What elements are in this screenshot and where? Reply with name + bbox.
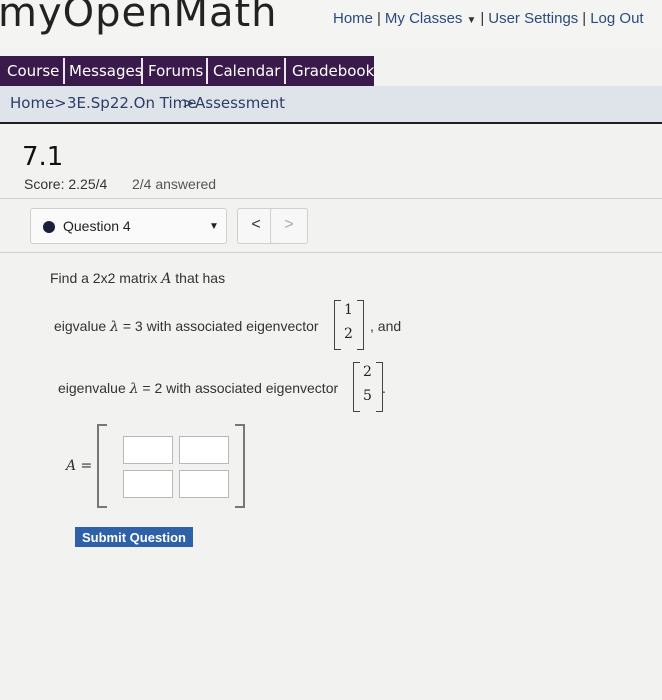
- divider-line: [0, 252, 662, 253]
- submit-question-button[interactable]: Submit Question: [75, 527, 193, 547]
- top-bar: myOpenMath Home | My Classes ▼ | User Setting…: [0, 0, 662, 48]
- nav-divider: [284, 58, 286, 84]
- breadcrumb-home[interactable]: Home: [10, 94, 54, 112]
- breadcrumb-separator: >: [54, 94, 67, 112]
- eigenvector-text: with associated eigenvector: [146, 318, 319, 334]
- next-question-button[interactable]: >: [270, 208, 308, 244]
- matrix-cell-1-2[interactable]: [179, 436, 229, 464]
- dropdown-caret-icon[interactable]: ▼: [466, 15, 476, 26]
- eigenvalue-1: 3: [134, 318, 143, 334]
- link-separator: |: [377, 10, 381, 27]
- question-select-label: Question 4: [63, 218, 131, 234]
- answer-matrix: [97, 424, 245, 508]
- matrix-cell-2-1[interactable]: [123, 470, 173, 498]
- bracket-right: [235, 424, 245, 508]
- nav-divider: [206, 58, 208, 84]
- link-separator: |: [582, 10, 587, 27]
- link-log-out[interactable]: Log Out: [590, 10, 643, 27]
- link-my-classes[interactable]: My Classes: [385, 10, 463, 27]
- assessment-title: 7.1: [22, 142, 64, 172]
- prompt-prefix: Find a 2x2 matrix: [50, 270, 158, 286]
- matrix-cell-2-2[interactable]: [179, 470, 229, 498]
- nav-divider: [63, 58, 65, 84]
- matrix-cell-1-1[interactable]: [123, 436, 173, 464]
- tab-gradebook[interactable]: Gradebook: [292, 56, 374, 86]
- tab-forums[interactable]: Forums: [148, 56, 203, 86]
- eigen-line-2: eigenvalue λ = 2 with associated eigenve…: [58, 380, 338, 397]
- bracket-right: [357, 300, 364, 350]
- eigvalue-label: eigvalue: [54, 318, 107, 334]
- link-separator: |: [480, 10, 485, 27]
- divider-line: [0, 198, 662, 199]
- eigenvalue-2: 2: [154, 380, 163, 396]
- link-home[interactable]: Home: [333, 10, 373, 27]
- bracket-left: [97, 424, 107, 508]
- bracket-left: [353, 362, 360, 412]
- lambda-symbol: λ: [129, 381, 139, 397]
- tab-course[interactable]: Course: [7, 56, 59, 86]
- nav-divider: [141, 58, 143, 84]
- eigenvector-2: 2 5: [353, 362, 383, 412]
- breadcrumb-assessment: Assessment: [195, 94, 285, 112]
- eigen-line-1: eigvalue λ = 3 with associated eigenvect…: [54, 318, 319, 335]
- answer-label: A =: [66, 458, 93, 474]
- chevron-down-icon: ▼: [209, 221, 219, 232]
- matrix-variable: A: [161, 271, 172, 287]
- score-text: Score: 2.25/4: [24, 176, 108, 192]
- question-prompt: Find a 2x2 matrix A that has: [50, 270, 225, 287]
- equals-sign: =: [142, 380, 151, 396]
- breadcrumb: Home > 3E.Sp22.On Time > Assessment: [0, 86, 662, 124]
- vector-1-bottom: 2: [344, 326, 353, 342]
- lambda-symbol: λ: [110, 319, 119, 335]
- eigenvector-text: with associated eigenvector: [166, 380, 339, 396]
- course-nav: Course Messages Forums Calendar Gradeboo…: [0, 56, 374, 86]
- line-2-tail: .: [382, 380, 386, 396]
- question-select[interactable]: Question 4 ▼: [30, 208, 227, 244]
- breadcrumb-course[interactable]: 3E.Sp22.On Time: [67, 94, 196, 112]
- bracket-left: [334, 300, 341, 350]
- equals-sign: =: [122, 318, 131, 334]
- vector-2-top: 2: [363, 364, 372, 380]
- eigenvalue-label: eigenvalue: [58, 380, 126, 396]
- vector-2-bottom: 5: [363, 388, 372, 404]
- top-links: Home | My Classes ▼ | User Settings | Log Out: [333, 10, 644, 27]
- link-user-settings[interactable]: User Settings: [488, 10, 578, 27]
- breadcrumb-separator: >: [182, 94, 195, 112]
- vector-1-top: 1: [344, 302, 353, 318]
- tab-calendar[interactable]: Calendar: [213, 56, 280, 86]
- question-status-dot-icon: [43, 221, 55, 233]
- prompt-suffix: that has: [175, 270, 226, 286]
- tab-messages[interactable]: Messages: [69, 56, 143, 86]
- eigenvector-1: 1 2: [334, 300, 364, 350]
- line-1-tail: , and: [370, 318, 402, 334]
- answered-count: 2/4 answered: [132, 176, 217, 192]
- site-logo[interactable]: myOpenMath: [0, 0, 278, 36]
